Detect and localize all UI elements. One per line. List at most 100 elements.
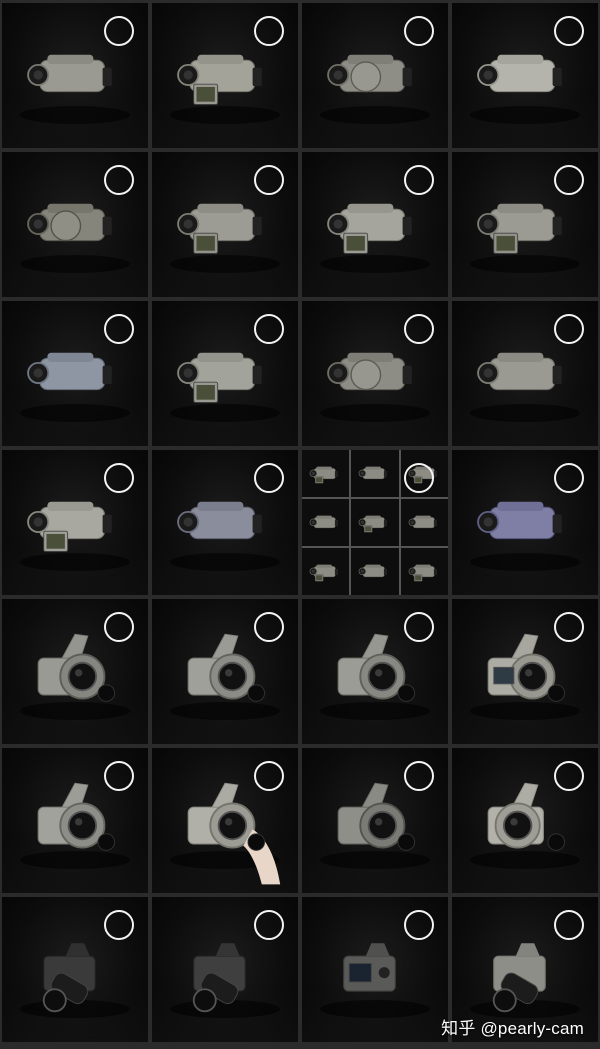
select-checkbox-circle[interactable] xyxy=(254,463,284,493)
select-checkbox-circle[interactable] xyxy=(254,165,284,195)
photo-tile[interactable] xyxy=(302,748,448,893)
photo-tile[interactable] xyxy=(302,152,448,297)
shadow xyxy=(320,851,430,869)
photo-tile[interactable] xyxy=(152,599,298,744)
shadow xyxy=(170,106,280,124)
photo-tile[interactable] xyxy=(302,301,448,446)
select-checkbox-circle[interactable] xyxy=(254,612,284,642)
shadow xyxy=(170,404,280,422)
select-checkbox-circle[interactable] xyxy=(554,910,584,940)
select-checkbox-circle[interactable] xyxy=(104,612,134,642)
camera-body xyxy=(489,357,555,391)
shadow xyxy=(20,404,130,422)
camera-photo xyxy=(358,564,388,578)
photo-tile[interactable] xyxy=(452,301,598,446)
photo-tile[interactable] xyxy=(452,152,598,297)
camera-body xyxy=(363,566,386,578)
photo-tile[interactable] xyxy=(152,301,298,446)
photo-tile[interactable] xyxy=(452,3,598,148)
camera-body xyxy=(412,517,435,529)
select-checkbox-circle[interactable] xyxy=(104,16,134,46)
camera-body xyxy=(39,357,105,391)
camera-body xyxy=(489,506,555,540)
shadow xyxy=(20,851,130,869)
select-checkbox-circle[interactable] xyxy=(554,314,584,344)
select-checkbox-circle[interactable] xyxy=(104,314,134,344)
photo-grid xyxy=(2,3,598,1042)
shadow xyxy=(20,702,130,720)
photo-tile[interactable] xyxy=(2,450,148,595)
mini-photo-cell xyxy=(302,499,350,546)
photo-tile[interactable] xyxy=(302,599,448,744)
photo-tile[interactable] xyxy=(152,450,298,595)
select-checkbox-circle[interactable] xyxy=(554,165,584,195)
select-checkbox-circle[interactable] xyxy=(104,165,134,195)
camera-body xyxy=(363,468,386,480)
photo-tile[interactable] xyxy=(2,301,148,446)
select-checkbox-circle[interactable] xyxy=(104,463,134,493)
camera-photo xyxy=(309,564,338,582)
select-checkbox-circle[interactable] xyxy=(104,910,134,940)
select-checkbox-circle[interactable] xyxy=(404,612,434,642)
photo-tile[interactable] xyxy=(452,599,598,744)
select-checkbox-circle[interactable] xyxy=(254,314,284,344)
select-checkbox-circle[interactable] xyxy=(404,910,434,940)
camera-photo xyxy=(408,564,437,582)
select-checkbox-circle[interactable] xyxy=(404,463,434,493)
mini-photo-cell xyxy=(351,450,399,497)
lens xyxy=(217,661,248,692)
shadow xyxy=(170,702,280,720)
photo-tile[interactable] xyxy=(2,897,148,1042)
lens xyxy=(367,810,398,841)
camera-body xyxy=(39,59,105,93)
mini-photo-cell xyxy=(302,450,350,497)
shadow xyxy=(320,106,430,124)
select-checkbox-circle[interactable] xyxy=(554,463,584,493)
select-checkbox-circle[interactable] xyxy=(254,16,284,46)
prism xyxy=(65,943,90,957)
camera-photo xyxy=(408,515,437,529)
select-checkbox-circle[interactable] xyxy=(404,16,434,46)
lens xyxy=(192,988,217,1013)
lens xyxy=(502,810,533,841)
photo-tile[interactable] xyxy=(302,3,448,148)
lens xyxy=(42,988,67,1013)
lens-ring xyxy=(50,210,82,242)
prism xyxy=(215,943,240,957)
photo-tile[interactable] xyxy=(302,450,448,595)
select-checkbox-circle[interactable] xyxy=(404,761,434,791)
camera-photo xyxy=(358,515,388,533)
prism xyxy=(365,943,390,957)
select-checkbox-circle[interactable] xyxy=(254,761,284,791)
photo-tile[interactable] xyxy=(2,3,148,148)
photo-tile[interactable] xyxy=(152,3,298,148)
photo-tile[interactable] xyxy=(152,897,298,1042)
shadow xyxy=(170,553,280,571)
select-checkbox-circle[interactable] xyxy=(254,910,284,940)
select-checkbox-circle[interactable] xyxy=(404,165,434,195)
lens xyxy=(492,988,517,1013)
select-checkbox-circle[interactable] xyxy=(554,16,584,46)
shadow xyxy=(470,702,580,720)
photo-tile[interactable] xyxy=(452,748,598,893)
photo-tile[interactable] xyxy=(2,152,148,297)
shadow xyxy=(20,553,130,571)
photo-tile[interactable] xyxy=(152,748,298,893)
lens xyxy=(217,810,248,841)
shadow xyxy=(320,702,430,720)
photo-tile[interactable] xyxy=(302,897,448,1042)
select-checkbox-circle[interactable] xyxy=(404,314,434,344)
photo-tile[interactable] xyxy=(452,450,598,595)
select-checkbox-circle[interactable] xyxy=(104,761,134,791)
camera-body xyxy=(189,506,255,540)
select-checkbox-circle[interactable] xyxy=(554,761,584,791)
photo-tile[interactable] xyxy=(152,152,298,297)
mini-photo-cell xyxy=(302,548,350,595)
photo-tile[interactable] xyxy=(2,748,148,893)
lcd-screen xyxy=(348,963,372,983)
photo-tile[interactable] xyxy=(2,599,148,744)
shadow xyxy=(20,255,130,273)
mini-photo-cell xyxy=(351,499,399,546)
camera-body xyxy=(313,517,336,529)
select-checkbox-circle[interactable] xyxy=(554,612,584,642)
